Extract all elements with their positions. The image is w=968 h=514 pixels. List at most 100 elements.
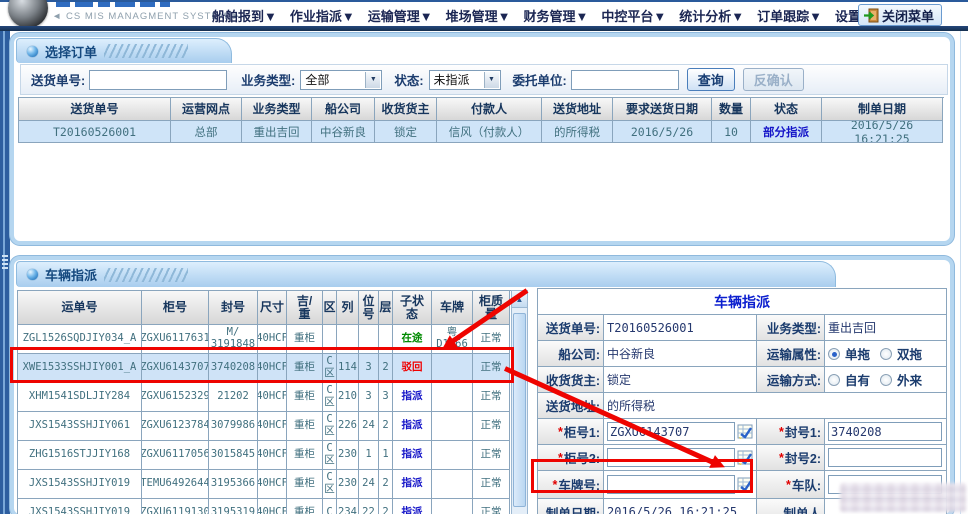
table-header-cell: 柜号 — [142, 291, 209, 325]
client-input[interactable] — [571, 70, 679, 90]
status-label: 状态: — [394, 70, 423, 89]
table-cell: 230 — [337, 470, 359, 499]
table-cell: M/3191848 — [209, 325, 258, 354]
plate-no-input[interactable] — [607, 475, 735, 494]
table-row[interactable]: ZGL1526SQDJIY034_AZGXU6117631M/319184840… — [18, 325, 511, 354]
form-seal1-field — [825, 419, 945, 444]
radio-external-label: 外来 — [897, 370, 922, 389]
table-row[interactable]: T20160526001总部重出吉回中谷新良锁定信风（付款人）的所得税2016/… — [19, 121, 944, 143]
left-splitter[interactable] — [0, 31, 10, 514]
form-business-type-label: 业务类型: — [757, 315, 825, 340]
table-row[interactable]: ZHG1516STJJIY168ZGXU6117056301584540HCF重… — [18, 441, 511, 470]
table-cell: JXS1543SSHJIY019 — [18, 499, 142, 514]
menu-ship-report[interactable]: 船舶报到▼ — [212, 6, 277, 25]
status-cell: 指派 — [393, 499, 432, 514]
table-cell: JXS1543SSHJIY061 — [18, 412, 142, 441]
table-row[interactable]: JXS1543SSHJIY019ZGXU6119130319531940HCF重… — [18, 499, 511, 514]
table-cell: 正常 — [473, 325, 510, 354]
business-type-select[interactable]: 全部 ▼ — [300, 70, 382, 90]
table-cell: 重柜 — [287, 470, 323, 499]
close-menu-button[interactable]: 关闭菜单 — [858, 4, 942, 26]
required-mark: * — [779, 451, 784, 465]
table-header-cell: 位号 — [359, 291, 379, 325]
table-row[interactable]: XWE1533SSHJIY001_AZGXU6143707374020840HC… — [18, 354, 511, 383]
menu-job-dispatch[interactable]: 作业指派▼ — [290, 6, 355, 25]
clipped-title-fragments — [56, 2, 186, 7]
vehicle-table-scrollbar[interactable]: ▲ — [511, 290, 528, 514]
table-cell — [432, 441, 473, 470]
privacy-blur-patch — [840, 483, 966, 512]
status-cell: 驳回 — [393, 354, 432, 383]
table-cell: JXS1543SSHJIY019 — [18, 470, 142, 499]
container1-input[interactable] — [607, 422, 735, 441]
table-cell: 正常 — [473, 441, 510, 470]
table-cell — [432, 383, 473, 412]
menu-control-platform[interactable]: 中控平台▼ — [601, 6, 666, 25]
radio-double-tow[interactable] — [880, 348, 892, 360]
form-delivery-no-label: 送货单号: — [538, 315, 604, 340]
unconfirm-button[interactable]: 反确认 — [743, 68, 804, 91]
seal1-input[interactable] — [828, 422, 942, 441]
table-cell: 210 — [337, 383, 359, 412]
table-row[interactable]: XHM1541SDLJIY284ZGXU61523292120240HCF重柜C… — [18, 383, 511, 412]
radio-single-tow[interactable] — [828, 348, 840, 360]
form-plate-no-field — [604, 471, 757, 498]
form-row: *柜号2: *封号2: — [538, 445, 946, 471]
radio-external[interactable] — [880, 374, 892, 386]
table-cell: 10 — [712, 121, 751, 143]
radio-double-tow-label: 双拖 — [897, 344, 922, 363]
table-cell: 粤D1366 — [432, 325, 473, 354]
table-header-cell: 车牌 — [432, 291, 473, 325]
table-cell: ZGXU6117056 — [142, 441, 209, 470]
business-type-label: 业务类型: — [241, 70, 295, 89]
form-container1-label: *柜号1: — [538, 419, 604, 444]
business-type-value: 全部 — [305, 71, 329, 88]
table-header-cell: 数量 — [712, 98, 751, 121]
table-cell — [432, 354, 473, 383]
scroll-up-icon[interactable]: ▲ — [512, 291, 527, 308]
container2-input[interactable] — [607, 448, 735, 467]
table-cell: 40HCF — [258, 354, 287, 383]
table-cell: 40HCF — [258, 441, 287, 470]
form-transport-attr-value: 单拖 双拖 — [825, 341, 945, 366]
plate-no-picker-icon[interactable] — [737, 477, 753, 492]
menu-yard-mgmt[interactable]: 堆场管理▼ — [446, 6, 511, 25]
table-cell: 正常 — [473, 412, 510, 441]
container2-picker-icon[interactable] — [737, 450, 753, 465]
status-select[interactable]: 未指派 ▼ — [429, 70, 501, 90]
menu-transport-mgmt[interactable]: 运输管理▼ — [368, 6, 433, 25]
form-creator-label: 制单人 — [757, 499, 825, 514]
table-cell: ZGXU6152329 — [142, 383, 209, 412]
vehicle-dispatch-form: 车辆指派 送货单号: T20160526001 业务类型: 重出吉回 船公司: … — [537, 288, 947, 514]
container1-picker-icon[interactable] — [737, 424, 753, 439]
panel-hatch-decor — [104, 268, 188, 282]
table-header-cell: 状态 — [751, 98, 822, 121]
table-row[interactable]: JXS1543SSHJIY019TEMU6492644319536640HCF重… — [18, 470, 511, 499]
table-cell: 2016/5/26 — [613, 121, 712, 143]
menu-order-tracking[interactable]: 订单跟踪▼ — [757, 6, 822, 25]
table-cell — [337, 325, 359, 354]
table-cell: 正常 — [473, 470, 510, 499]
seal2-input[interactable] — [828, 448, 942, 467]
table-header-cell: 收货货主 — [375, 98, 437, 121]
table-cell: 2 — [379, 499, 393, 514]
vehicle-dispatch-panel: 车辆指派 运单号柜号封号尺寸吉/重区列位号层子状态车牌柜质量ZGL1526SQD… — [10, 256, 954, 514]
radio-own[interactable] — [828, 374, 840, 386]
status-cell: 指派 — [393, 441, 432, 470]
table-cell: 40HCF — [258, 412, 287, 441]
table-cell: 重柜 — [287, 354, 323, 383]
table-row[interactable]: JXS1543SSHJIY061ZGXU6123784307998640HCF重… — [18, 412, 511, 441]
delivery-no-input[interactable] — [89, 70, 227, 90]
menu-stats-analysis[interactable]: 统计分析▼ — [679, 6, 744, 25]
table-header-cell: 柜质量 — [473, 291, 510, 325]
menu-finance-mgmt[interactable]: 财务管理▼ — [524, 6, 589, 25]
vehicle-table: 运单号柜号封号尺寸吉/重区列位号层子状态车牌柜质量ZGL1526SQDJIY03… — [17, 290, 511, 514]
scrollbar-thumb[interactable] — [513, 313, 526, 507]
form-row: 送货单号: T20160526001 业务类型: 重出吉回 — [538, 315, 946, 341]
form-business-type-value: 重出吉回 — [825, 315, 945, 340]
topbar-divider — [0, 26, 968, 31]
table-header-cell: 子状态 — [393, 291, 432, 325]
query-button[interactable]: 查询 — [687, 68, 735, 91]
form-consignee-value: 锁定 — [604, 367, 757, 392]
status-cell: 部分指派 — [751, 121, 822, 143]
